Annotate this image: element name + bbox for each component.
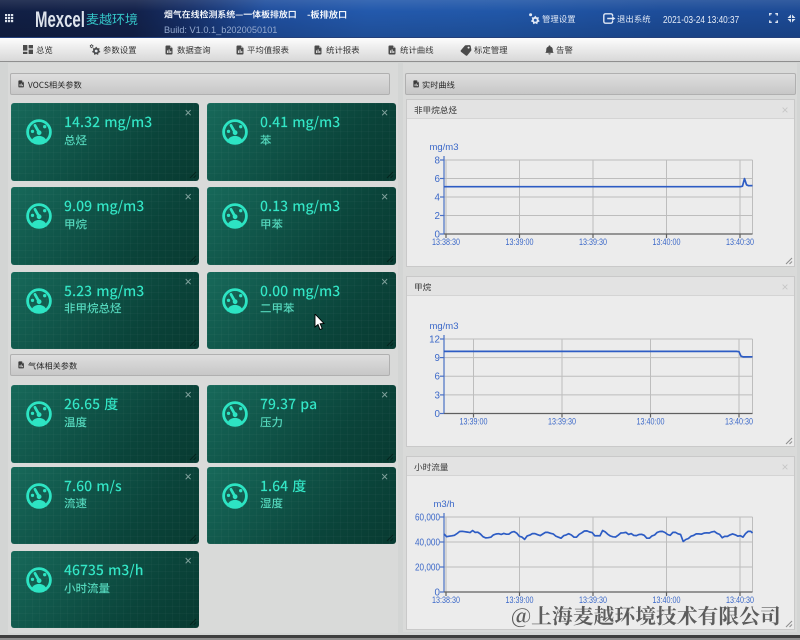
svg-text:13:39:00: 13:39:00 xyxy=(460,416,488,426)
svg-text:13:39:00: 13:39:00 xyxy=(506,237,534,247)
svg-text:13:39:30: 13:39:30 xyxy=(579,237,607,247)
svg-text:9: 9 xyxy=(435,353,440,364)
svg-text:13:39:30: 13:39:30 xyxy=(548,416,576,426)
svg-text:20,000: 20,000 xyxy=(415,562,440,573)
svg-text:60,000: 60,000 xyxy=(415,512,440,523)
svg-text:mg/m3: mg/m3 xyxy=(429,142,458,153)
svg-text:m3/h: m3/h xyxy=(433,499,454,510)
svg-text:13:40:30: 13:40:30 xyxy=(726,237,754,247)
svg-text:4: 4 xyxy=(435,192,441,203)
svg-text:40,000: 40,000 xyxy=(415,537,440,548)
svg-text:13:40:00: 13:40:00 xyxy=(637,416,665,426)
svg-text:6: 6 xyxy=(435,174,441,185)
svg-text:13:38:30: 13:38:30 xyxy=(432,237,460,247)
svg-text:2: 2 xyxy=(435,211,440,222)
svg-text:mg/m3: mg/m3 xyxy=(429,321,458,332)
svg-text:8: 8 xyxy=(435,155,441,166)
svg-text:13:40:30: 13:40:30 xyxy=(725,416,753,426)
svg-text:13:38:30: 13:38:30 xyxy=(432,595,460,605)
svg-text:6: 6 xyxy=(435,372,441,383)
svg-text:3: 3 xyxy=(435,390,441,401)
svg-text:0: 0 xyxy=(435,409,441,420)
svg-text:13:40:00: 13:40:00 xyxy=(653,237,681,247)
svg-text:12: 12 xyxy=(429,334,440,345)
